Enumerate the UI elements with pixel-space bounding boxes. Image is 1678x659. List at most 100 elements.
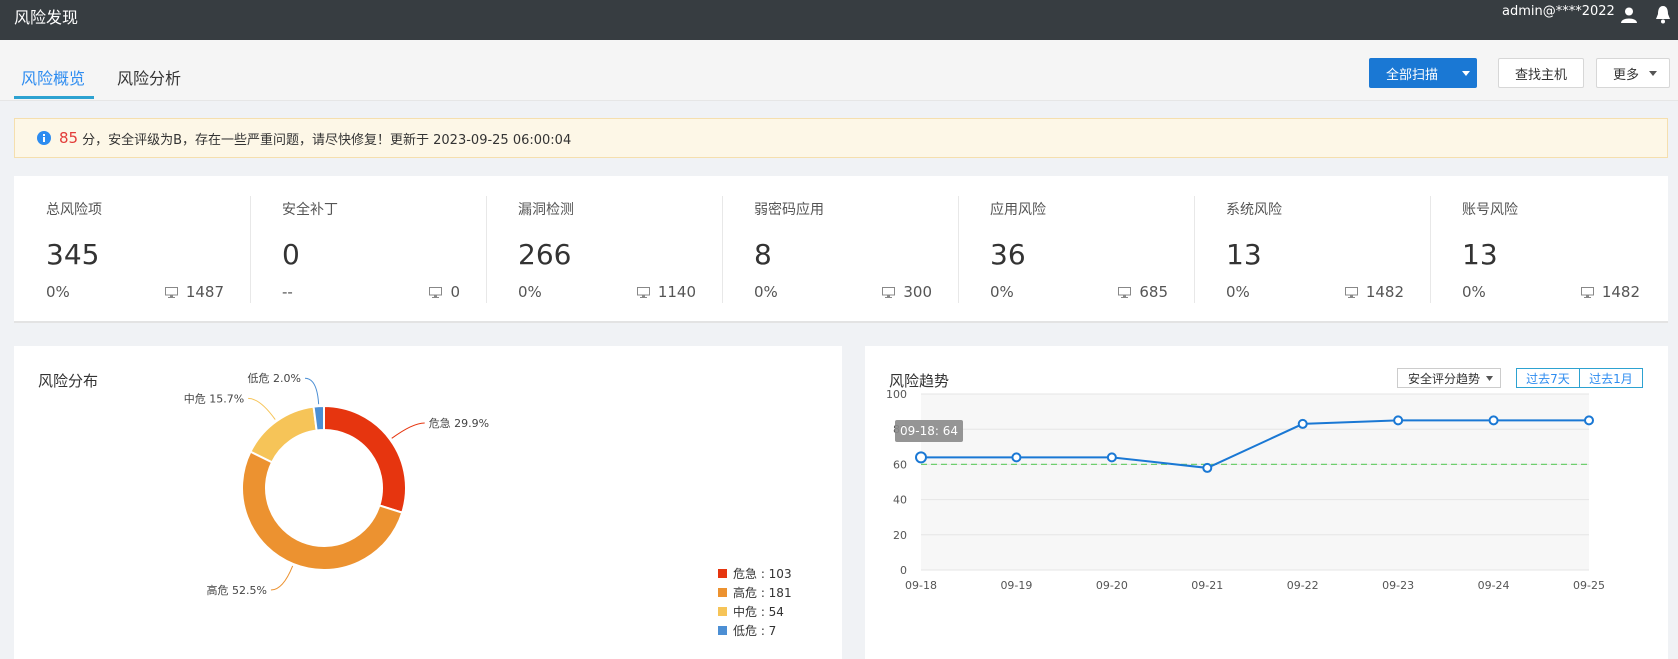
data-point[interactable] <box>1488 415 1499 426</box>
y-tick-label: 0 <box>900 564 907 577</box>
legend-item[interactable]: 高危 : 181 <box>718 583 792 602</box>
more-button[interactable]: 更多 <box>1596 58 1670 88</box>
scan-options-dropdown[interactable] <box>1455 58 1477 88</box>
stat-host-count: 1487 <box>164 283 224 301</box>
y-tick-label: 60 <box>893 458 907 471</box>
stat-host-value: 685 <box>1139 283 1168 301</box>
slice-label: 危急 29.9% <box>429 416 489 430</box>
stat-percent: 0% <box>754 283 778 301</box>
stat-host-value: 300 <box>903 283 932 301</box>
stat-value: 345 <box>46 238 100 271</box>
stat-percent: 0% <box>46 283 70 301</box>
monitor-icon <box>1580 286 1594 298</box>
data-point[interactable] <box>1584 415 1594 426</box>
data-point[interactable] <box>1297 418 1308 429</box>
donut-slice[interactable] <box>249 405 318 464</box>
y-tick-label: 100 <box>886 388 907 401</box>
stat-account-risks[interactable]: 账号风险 13 0% 1482 <box>1430 176 1666 321</box>
stat-host-count: 685 <box>1118 283 1168 301</box>
donut-slice[interactable] <box>323 404 407 514</box>
stat-host-value: 0 <box>450 283 460 301</box>
x-tick-label: 09-19 <box>1000 579 1032 592</box>
stat-host-count: 1140 <box>636 283 696 301</box>
risk-distribution-panel: 风险分布 危急 29.9% 高危 52.5% 中危 15.7% 低危 2.0% 危急 … <box>14 346 842 659</box>
data-point[interactable] <box>1011 452 1022 463</box>
stat-weak-password-apps[interactable]: 弱密码应用 8 0% 300 <box>722 176 958 321</box>
slice-label-line <box>304 377 320 405</box>
stat-host-count: 0 <box>429 283 460 301</box>
tooltip-text: 09-18: 64 <box>900 424 958 438</box>
stat-value: 13 <box>1226 238 1262 271</box>
stat-label: 漏洞检测 <box>518 202 574 218</box>
top-bar: 风险发现 admin@****2022 <box>0 0 1678 40</box>
slice-label: 高危 52.5% <box>206 583 266 597</box>
stat-host-value: 1482 <box>1601 283 1640 301</box>
more-button-label: 更多 <box>1613 67 1640 83</box>
stat-system-risks[interactable]: 系统风险 13 0% 1482 <box>1194 176 1430 321</box>
data-point[interactable] <box>1393 415 1404 426</box>
risk-stats-row: 总风险项 345 0% 1487 安全补丁 0 -- 0 漏洞检测 266 0%… <box>14 176 1668 323</box>
tab-risk-analysis[interactable]: 风险分析 <box>117 65 181 89</box>
info-icon <box>37 131 51 145</box>
x-tick-label: 09-21 <box>1191 579 1223 592</box>
user-name[interactable]: admin@****2022 <box>1502 4 1615 19</box>
data-point[interactable] <box>1106 452 1117 463</box>
stat-divider <box>250 196 251 303</box>
stat-divider <box>1430 196 1431 303</box>
stat-label: 账号风险 <box>1462 202 1518 218</box>
legend-item[interactable]: 中危 : 54 <box>718 602 792 621</box>
stat-percent: 0% <box>990 283 1014 301</box>
user-icon[interactable] <box>1620 6 1638 24</box>
monitor-icon <box>429 286 443 298</box>
slice-label: 低危 2.0% <box>248 372 301 385</box>
stat-percent: 0% <box>518 283 542 301</box>
monitor-icon <box>1344 286 1358 298</box>
y-tick-label: 20 <box>893 529 907 542</box>
caret-down-icon <box>1649 70 1658 76</box>
legend-swatch <box>718 607 727 616</box>
stat-label: 安全补丁 <box>282 202 338 218</box>
x-tick-label: 09-23 <box>1382 579 1414 592</box>
scan-all-button[interactable]: 全部扫描 <box>1369 58 1455 88</box>
stat-divider <box>1194 196 1195 303</box>
legend-swatch <box>718 588 727 597</box>
stat-divider <box>958 196 959 303</box>
stat-security-patches[interactable]: 安全补丁 0 -- 0 <box>250 176 486 321</box>
legend-label: 危急 : 103 <box>733 567 792 581</box>
data-point[interactable] <box>915 451 927 464</box>
monitor-icon <box>1118 286 1132 298</box>
stat-application-risks[interactable]: 应用风险 36 0% 685 <box>958 176 1194 321</box>
y-tick-label: 40 <box>893 494 907 507</box>
monitor-icon <box>882 286 896 298</box>
donut-legend: 危急 : 103 高危 : 181 中危 : 54 低危 : 7 <box>718 564 792 640</box>
legend-item[interactable]: 低危 : 7 <box>718 621 792 640</box>
stat-value: 13 <box>1462 238 1498 271</box>
tab-risk-overview[interactable]: 风险概览 <box>21 65 85 89</box>
stat-host-value: 1140 <box>657 283 696 301</box>
stat-value: 266 <box>518 238 572 271</box>
legend-label: 高危 : 181 <box>733 586 792 600</box>
legend-item[interactable]: 危急 : 103 <box>718 564 792 583</box>
find-host-button[interactable]: 查找主机 <box>1498 58 1584 88</box>
stat-host-count: 300 <box>882 283 932 301</box>
app-title: 风险发现 <box>14 8 79 27</box>
stat-vulnerability-detection[interactable]: 漏洞检测 266 0% 1140 <box>486 176 722 321</box>
x-tick-label: 09-24 <box>1478 579 1510 592</box>
legend-label: 中危 : 54 <box>733 605 784 619</box>
stat-value: 36 <box>990 238 1026 271</box>
stat-host-count: 1482 <box>1344 283 1404 301</box>
risk-trend-panel: 风险趋势 安全评分趋势 过去7天 过去1月 02040608010009-180… <box>865 346 1668 659</box>
legend-swatch <box>718 569 727 578</box>
alert-message: 分，安全评级为B，存在一些严重问题，请尽快修复！更新于 2023-09-25 0… <box>82 132 572 148</box>
bell-icon[interactable] <box>1654 5 1672 25</box>
stat-percent: 0% <box>1462 283 1486 301</box>
data-point[interactable] <box>1202 462 1213 473</box>
active-tab-indicator <box>14 96 94 99</box>
slice-label: 中危 15.7% <box>184 392 244 405</box>
hover-tooltip: 09-18: 64 <box>895 420 963 442</box>
x-tick-label: 09-22 <box>1287 579 1319 592</box>
stat-total-risks[interactable]: 总风险项 345 0% 1487 <box>14 176 250 321</box>
stat-host-count: 1482 <box>1580 283 1640 301</box>
legend-label: 低危 : 7 <box>733 624 777 638</box>
stat-label: 应用风险 <box>990 202 1046 218</box>
